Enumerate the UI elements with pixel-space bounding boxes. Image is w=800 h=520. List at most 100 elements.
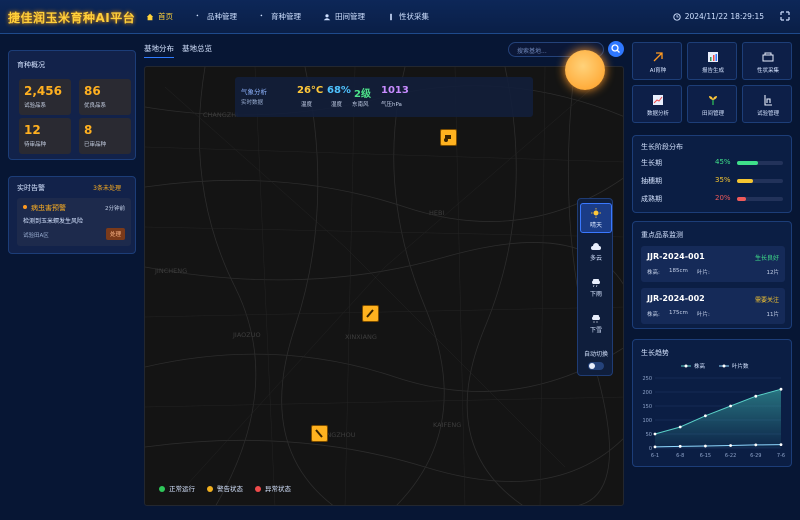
legend-marker [684,364,688,368]
monitor-title: 重点品系监测 [641,231,683,239]
line-code: JJR-2024-002 [647,294,705,303]
stat-value: 86 [84,84,101,98]
x-tick-label: 6-1 [651,453,659,459]
legend-label: 正常运行 [169,485,195,493]
base-marker-zhengzhou[interactable] [311,425,328,442]
weather-title: 气象分析 [241,88,267,96]
alerts-count-badge[interactable]: 3条未处理 [93,183,121,192]
weather-mode-cloudy[interactable]: 多云 [578,243,614,262]
weather-wind-label: 东南风 [352,102,369,108]
tool-field-management[interactable]: 田间管理 [687,85,737,123]
map-label-kaifeng: KAIFENG [433,421,462,429]
handle-button[interactable]: 处理 [105,228,125,240]
key-line-monitor-panel: 重点品系监测 JJR-2024-001 生长良好 株高: 185cm 叶片: 1… [632,221,792,329]
data-point [779,443,783,447]
dna-icon [196,14,199,16]
nav-item-home[interactable]: 首页 [146,11,173,22]
x-tick-label: 6-29 [750,453,761,459]
stat-approved-varieties[interactable]: 8 已审品种 [79,118,131,154]
legend-dot [255,486,261,492]
alert-item[interactable]: 病虫害预警 2分钟前 检测到玉米螟发生风险 试验田A区 处理 [17,198,131,246]
tab-base-distribution[interactable]: 基地分布 [144,43,174,58]
trait-icon [762,52,774,62]
weather-temperature-label: 温度 [301,102,313,108]
stage-label: 生长期 [641,159,662,167]
data-point [653,432,657,436]
height-label: 株高: [647,312,660,318]
height-value: 175cm [669,310,688,316]
tool-ai-breeding[interactable]: AI育种 [632,42,682,80]
data-point [779,387,783,391]
tool-label: 试验管理 [756,111,779,117]
legend-item-normal: 正常运行 [159,483,195,493]
map-label-xinxiang: XINXIANG [345,333,377,341]
stage-title: 生长阶段分布 [641,143,683,151]
stat-elite-lines[interactable]: 86 优良品系 [79,79,131,115]
map-label-changzhi: CHANGZHI [203,111,239,119]
tool-experiment[interactable]: 试验管理 [742,85,792,123]
stage-percent: 35% [715,176,731,184]
tool-label: AI育种 [649,68,667,74]
tool-report[interactable]: 报告生成 [687,42,737,80]
stat-pending-varieties[interactable]: 12 待审品种 [19,118,71,154]
cloud-icon [591,243,601,250]
legend-item-warning: 警告状态 [207,483,243,493]
stat-trial-lines[interactable]: 2,456 试验品系 [19,79,71,115]
search-button[interactable] [608,41,624,57]
report-icon [708,52,718,62]
stat-label: 已审品种 [84,142,107,148]
map-view[interactable]: CHANGZHI JINCHENG XINXIANG JIAOZUO KAIFE… [144,66,624,506]
nav-item-label: 田间管理 [335,12,365,21]
alert-location: 试验田A区 [23,233,49,239]
nav-item-breeding[interactable]: 育种管理 [259,11,301,22]
legend-item-error: 异常状态 [255,483,291,493]
nav-item-trait[interactable]: 性状采集 [387,11,429,22]
tool-trait[interactable]: 性状采集 [742,42,792,80]
weather-humidity-label: 湿度 [331,102,343,108]
alert-time: 2分钟前 [105,206,125,212]
legend-dot [207,486,213,492]
stage-progress-fill [737,161,758,165]
tool-icon [315,429,323,438]
weather-mode-rain[interactable]: 下雨 [578,277,614,298]
stage-percent: 45% [715,158,731,166]
weather-mode-label: 晴天 [589,222,602,229]
monitor-card[interactable]: JJR-2024-002 需要关注 株高: 175cm 叶片: 11片 [641,288,785,324]
growth-trend-chart: 0 50 100 150 200 250 6-1 6-8 6-15 6-22 6-29 7-6 株高 叶片… [642,362,785,459]
tab-base-overview[interactable]: 基地总览 [182,43,212,58]
stat-label: 试验品系 [24,103,47,109]
weather-pressure: 1013 [381,85,409,96]
monitor-card[interactable]: JJR-2024-001 生长良好 株高: 185cm 叶片: 12片 [641,246,785,282]
tool-label: 数据分析 [646,111,669,117]
legend-label: 异常状态 [265,485,291,493]
legend-marker [722,364,726,368]
x-tick-label: 6-22 [725,453,736,459]
weather-mode-label: 下雪 [589,327,602,334]
rain-icon [591,277,601,288]
base-marker-north[interactable] [440,129,457,146]
base-marker-xinxiang[interactable] [362,305,379,322]
nav-item-variety[interactable]: 品种管理 [195,11,237,22]
data-point [678,425,682,429]
weather-mode-panel: 晴天 多云 下雨 下雪 自动切换 [577,198,613,376]
seedling-icon [260,14,263,16]
overview-title: 育种概况 [17,61,45,69]
growth-trend-panel: 生长趋势 0 50 100 150 200 250 6-1 6-8 6-15 6-22 6-29 7-… [632,339,792,467]
line-status: 需要关注 [754,297,779,304]
fullscreen-icon[interactable] [780,11,790,21]
tool-data-analysis[interactable]: 数据分析 [632,85,682,123]
stage-percent: 20% [715,194,731,202]
auto-switch-toggle[interactable] [588,362,604,370]
trend-title: 生长趋势 [641,349,669,357]
leaf-label: 叶片: [697,312,710,318]
y-tick-label: 250 [642,376,652,382]
map-label-jiaozuo: JIAOZUO [233,331,261,339]
x-tick-label: 6-15 [700,453,711,459]
nav-item-field[interactable]: 田间管理 [323,11,365,22]
y-tick-label: 50 [646,432,652,438]
app-title: 捷佳润玉米育种AI平台 [8,11,136,25]
weather-mode-sunny[interactable]: 晴天 [580,203,612,233]
growth-stage-panel: 生长阶段分布 生长期 45% 抽穗期 35% 成熟期 20% [632,135,792,213]
weather-mode-snow[interactable]: 下雪 [578,313,614,334]
line-metrics: 株高: 175cm 叶片: 11片 [647,310,779,318]
